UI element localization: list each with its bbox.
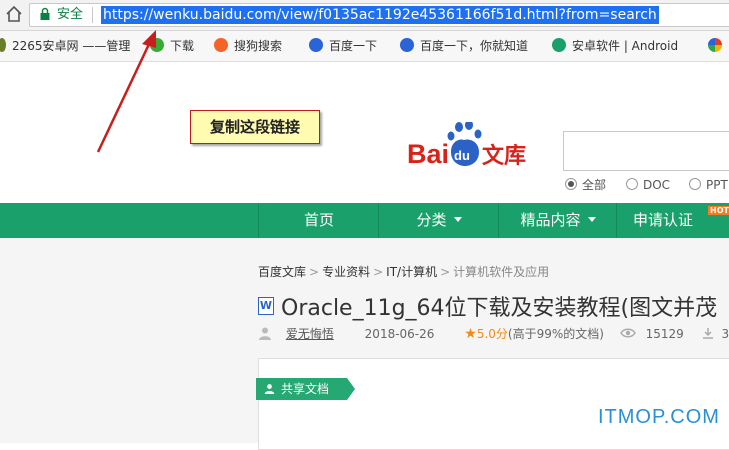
logo-text-wenku: 文库 xyxy=(482,143,526,169)
address-bar-row: 安全 https://wenku.baidu.com/view/f0135ac1… xyxy=(0,0,729,31)
annotation-callout: 复制这段链接 xyxy=(190,110,320,144)
nav-home[interactable]: 首页 xyxy=(258,203,379,238)
sogou-icon xyxy=(214,38,228,52)
baidu-paw-icon xyxy=(400,38,414,52)
bookmark-label: 百度一下，你就知道 xyxy=(420,39,529,53)
gear-icon xyxy=(0,38,6,52)
download-count: 33 xyxy=(721,327,729,341)
author-link[interactable]: 爱无悔悟 xyxy=(286,327,334,341)
lock-icon xyxy=(40,7,50,20)
paw-toe xyxy=(474,129,482,139)
bookmark-label: 安卓软件 | Android xyxy=(572,39,679,53)
bookmark-download[interactable]: 下载 xyxy=(150,38,194,54)
nav-label: 分类 xyxy=(416,211,447,229)
home-icon[interactable] xyxy=(5,5,23,23)
baidu-wenku-logo[interactable]: Bai du 文库 xyxy=(407,120,547,172)
search-input[interactable] xyxy=(563,131,729,171)
bookmark-extra[interactable] xyxy=(708,38,728,54)
star-icon: ★ xyxy=(464,326,477,342)
radio-label: 全部 xyxy=(582,178,607,192)
rating-detail: (高于99%的文档) xyxy=(507,327,604,341)
nav-label: 申请认证 xyxy=(632,211,693,229)
eye-icon xyxy=(619,328,636,338)
rating-score: 5.0分 xyxy=(476,327,508,341)
breadcrumb-link[interactable]: 百度文库 xyxy=(258,265,306,279)
bookmark-label: 搜狗搜索 xyxy=(234,39,283,53)
baidu-logo-graphic: Bai du 文库 xyxy=(407,120,526,169)
bookmark-sogou[interactable]: 搜狗搜索 xyxy=(214,38,282,54)
breadcrumb-separator: > xyxy=(440,265,451,279)
colorful-ball-icon xyxy=(708,38,722,52)
download-icon xyxy=(702,328,713,339)
user-icon xyxy=(259,327,271,340)
document-meta: 爱无悔悟 2018-06-26 ★5.0分(高于99%的文档) 15129 33 xyxy=(258,325,729,343)
bookmarks-bar: 2265安卓网 ——管理 下载 搜狗搜索 百度一下 百度一下，你就知道 安卓软件… xyxy=(0,31,729,62)
logo-text-bai: Bai xyxy=(407,139,449,169)
radio-label: DOC xyxy=(643,178,671,192)
bookmark-baidu[interactable]: 百度一下 xyxy=(309,38,377,54)
caret-down-icon xyxy=(587,217,596,222)
nav-label: 首页 xyxy=(303,211,334,229)
site-watermark: ITMOP.COM xyxy=(598,406,720,428)
search-option-ppt[interactable]: PPT xyxy=(689,177,728,193)
caret-down-icon xyxy=(453,217,462,222)
share-tag-label: 共享文档 xyxy=(281,382,330,396)
url-text-selected[interactable]: https://wenku.baidu.com/view/f0135ac1192… xyxy=(101,6,659,24)
radio-checked[interactable] xyxy=(565,178,577,190)
bookmark-label: 百度一下 xyxy=(329,39,378,53)
paw-toe xyxy=(465,120,473,130)
radio-unchecked[interactable] xyxy=(689,178,701,190)
breadcrumb-link[interactable]: IT/计算机 xyxy=(386,265,437,279)
nav-category[interactable]: 分类 xyxy=(378,203,499,238)
bookmark-label: 下载 xyxy=(170,39,195,53)
user-icon xyxy=(264,384,275,394)
logo-text-du: du xyxy=(454,148,470,163)
radio-label: PPT xyxy=(706,178,728,192)
view-count: 15129 xyxy=(645,327,684,341)
upload-date: 2018-06-26 xyxy=(364,327,435,341)
document-preview xyxy=(258,358,729,450)
search-option-all[interactable]: 全部 xyxy=(565,177,606,193)
android-site-icon xyxy=(552,38,566,52)
paw-toe xyxy=(447,131,455,141)
paw-toe xyxy=(455,122,463,132)
breadcrumb-separator: > xyxy=(309,265,320,279)
bookmark-android[interactable]: 安卓软件 | Android xyxy=(552,38,690,54)
word-doc-icon: W xyxy=(258,297,274,315)
nav-label: 精品内容 xyxy=(520,211,581,229)
breadcrumb: 百度文库 > 专业资料 > IT/计算机 > 计算机软件及应用 xyxy=(258,263,549,280)
bookmark-2265[interactable]: 2265安卓网 ——管理 xyxy=(0,38,130,54)
address-field[interactable]: 安全 https://wenku.baidu.com/view/f0135ac1… xyxy=(29,3,729,27)
breadcrumb-current[interactable]: 计算机软件及应用 xyxy=(453,265,549,279)
breadcrumb-link[interactable]: 专业资料 xyxy=(322,265,370,279)
security-label: 安全 xyxy=(57,7,84,22)
download-site-icon xyxy=(150,38,164,52)
address-divider xyxy=(92,7,93,23)
radio-unchecked[interactable] xyxy=(626,178,638,190)
baidu-paw-icon xyxy=(309,38,323,52)
bookmark-baidu-full[interactable]: 百度一下，你就知道 xyxy=(400,38,528,54)
share-doc-tag: 共享文档 xyxy=(256,378,356,400)
search-option-doc[interactable]: DOC xyxy=(626,177,670,193)
breadcrumb-separator: > xyxy=(373,265,384,279)
bookmark-label: 2265安卓网 ——管理 xyxy=(12,39,131,53)
document-title: Oracle_11g_64位下载及安装教程(图文并茂 xyxy=(281,296,718,321)
nav-premium[interactable]: 精品内容 xyxy=(498,203,617,238)
main-nav: 首页 分类 精品内容 申请认证 xyxy=(0,203,729,238)
hot-badge: HOT xyxy=(708,206,729,215)
